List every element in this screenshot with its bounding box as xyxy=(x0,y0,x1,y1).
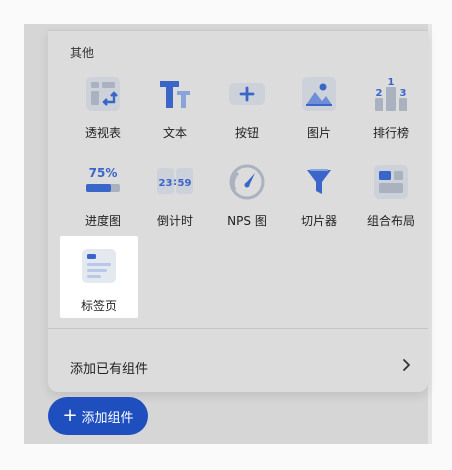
component-label: 排行榜 xyxy=(372,126,409,140)
component-tab-page[interactable]: 标签页 xyxy=(60,236,138,318)
slicer-funnel-icon xyxy=(307,169,331,194)
component-button[interactable]: 按钮 xyxy=(212,76,282,150)
add-existing-component-row[interactable]: 添加已有组件 xyxy=(48,341,428,391)
component-pivot-table[interactable]: 透视表 xyxy=(68,76,138,150)
panel-divider xyxy=(48,328,428,329)
plus-icon: + xyxy=(62,405,78,426)
tab-page-icon xyxy=(82,249,116,283)
component-label: 进度图 xyxy=(84,214,121,228)
component-countdown[interactable]: 23 : 59 倒计时 xyxy=(140,164,210,238)
countdown-icon: 23 : 59 xyxy=(157,168,193,194)
component-label: 透视表 xyxy=(84,126,121,140)
text-icon xyxy=(160,81,190,108)
add-component-label: 添加组件 xyxy=(81,410,134,426)
component-image[interactable]: 图片 xyxy=(284,76,354,150)
component-label: 切片器 xyxy=(300,214,337,228)
component-slicer[interactable]: 切片器 xyxy=(284,164,354,238)
add-existing-label: 添加已有组件 xyxy=(70,362,149,377)
add-component-button[interactable]: + 添加组件 xyxy=(48,397,148,435)
component-combo-layout[interactable]: 组合布局 xyxy=(356,164,426,238)
leaderboard-digit-2: 2 xyxy=(376,88,383,99)
component-label: NPS 图 xyxy=(227,214,267,228)
progress-icon: 75% xyxy=(86,166,120,192)
leaderboard-digit-3: 3 xyxy=(400,88,407,99)
progress-percent-text: 75% xyxy=(89,166,118,180)
combo-layout-icon xyxy=(374,165,408,199)
component-label: 按钮 xyxy=(234,126,259,140)
nps-gauge-icon xyxy=(229,164,265,200)
component-label: 倒计时 xyxy=(156,214,193,228)
component-picker-panel: 其他 透视表 文本 按钮 图片 1 2 3 排行榜 75% 进度图 23: 5… xyxy=(48,30,428,392)
countdown-minutes-text: 59 xyxy=(178,178,192,189)
svg-text::: : xyxy=(173,177,177,188)
component-progress[interactable]: 75% 进度图 xyxy=(68,164,138,238)
component-label: 组合布局 xyxy=(366,214,415,228)
component-leaderboard[interactable]: 1 2 3 排行榜 xyxy=(356,76,426,150)
image-icon xyxy=(302,77,336,111)
leaderboard-icon: 1 2 3 xyxy=(375,77,407,111)
component-label: 文本 xyxy=(162,126,187,140)
component-label: 标签页 xyxy=(80,299,117,313)
component-text[interactable]: 文本 xyxy=(140,76,210,150)
chevron-right-icon xyxy=(403,359,410,371)
section-title: 其他 xyxy=(70,46,95,60)
screen: 其他 透视表 文本 按钮 图片 1 2 3 排行榜 75% 进度图 23: 5… xyxy=(0,0,452,470)
panel-divider-top xyxy=(48,30,428,31)
component-nps[interactable]: NPS 图 xyxy=(212,164,282,238)
countdown-hours-text: 23 xyxy=(159,178,173,189)
scroll-strip xyxy=(428,24,432,444)
component-label: 图片 xyxy=(306,126,331,140)
button-icon xyxy=(229,83,265,105)
pivot-table-icon xyxy=(86,77,120,111)
leaderboard-digit-1: 1 xyxy=(388,77,395,88)
